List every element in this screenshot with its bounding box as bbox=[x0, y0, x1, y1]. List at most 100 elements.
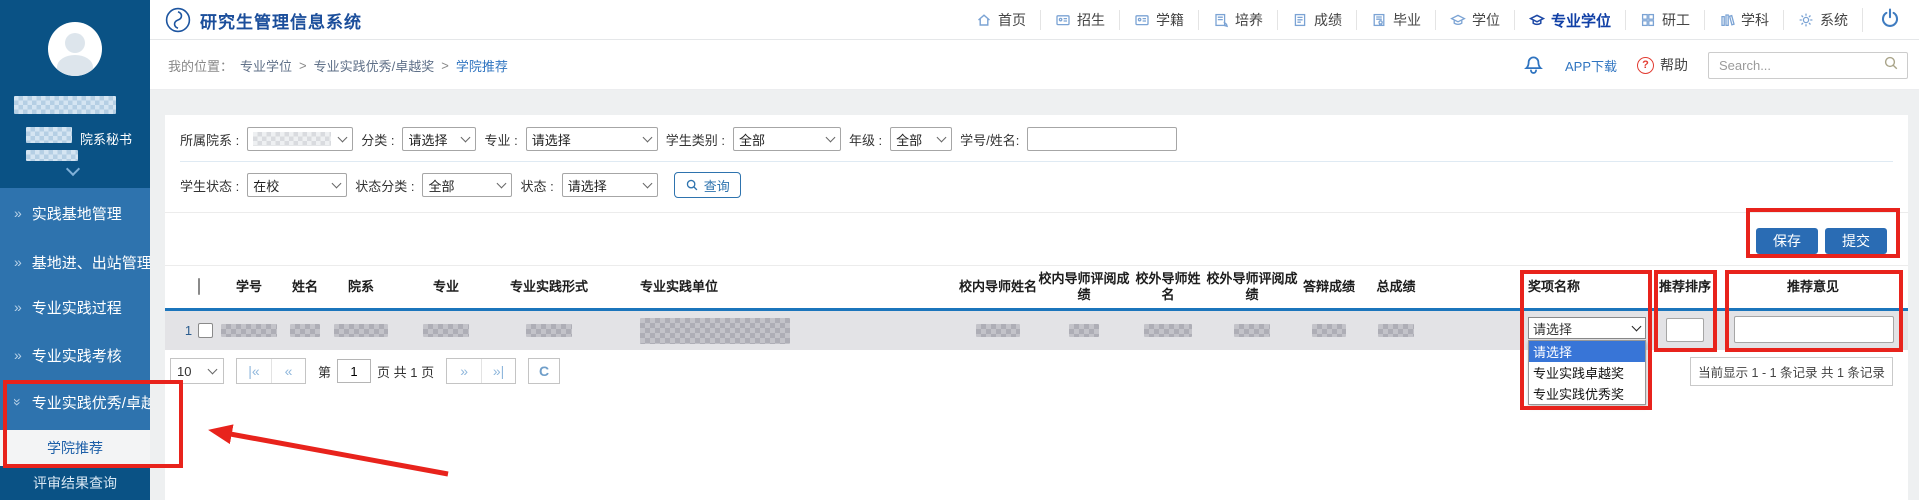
chevron-down-icon: » bbox=[10, 398, 26, 406]
award-option[interactable]: 专业实践卓越奖 bbox=[1529, 362, 1645, 383]
help-link[interactable]: ? 帮助 bbox=[1637, 55, 1688, 75]
table-row: 1 bbox=[165, 311, 1908, 350]
chevron-down-icon bbox=[937, 132, 947, 142]
recommend-rank-input[interactable] bbox=[1666, 318, 1704, 342]
dept-select[interactable] bbox=[247, 127, 353, 151]
query-button[interactable]: 查询 bbox=[674, 172, 741, 198]
user-dept-redacted bbox=[26, 127, 72, 143]
save-button[interactable]: 保存 bbox=[1756, 228, 1818, 254]
col-student-id: 学号 bbox=[218, 279, 280, 295]
first-page-button[interactable]: |« bbox=[237, 359, 271, 383]
col-internal-supervisor: 校内导师姓名 bbox=[958, 279, 1038, 295]
recommend-opinion-input[interactable] bbox=[1734, 316, 1894, 343]
chevron-down-icon bbox=[825, 132, 835, 142]
sidebar-item-practice-base[interactable]: » 实践基地管理 bbox=[0, 196, 150, 230]
defense-score-redacted bbox=[1312, 324, 1346, 337]
user-name-redacted bbox=[14, 96, 116, 114]
chevron-right-icon: » bbox=[14, 205, 22, 221]
major-select[interactable]: 请选择 bbox=[526, 127, 658, 151]
sidebar-item-practice-assessment[interactable]: » 专业实践考核 bbox=[0, 338, 150, 372]
grade-select[interactable]: 全部 bbox=[890, 127, 952, 151]
user-info-redacted bbox=[26, 150, 78, 161]
doc-seal-icon bbox=[1371, 12, 1387, 28]
user-role-label: 院系秘书 bbox=[80, 129, 132, 148]
power-icon bbox=[1879, 7, 1901, 34]
idcard-icon bbox=[1134, 12, 1150, 28]
student-type-select[interactable]: 全部 bbox=[733, 127, 841, 151]
student-state-select[interactable]: 在校 bbox=[247, 173, 347, 197]
external-supervisor-redacted bbox=[1144, 324, 1192, 337]
nav-professional-degree[interactable]: 专业学位 bbox=[1514, 10, 1625, 30]
app-window: 院系秘书 » 实践基地管理 » 基地进、出站管理 » 专业实践过程 » 专业实践… bbox=[0, 0, 1919, 500]
notification-bell-icon[interactable] bbox=[1522, 51, 1545, 79]
chevron-down-icon bbox=[461, 132, 471, 142]
home-icon bbox=[976, 12, 992, 28]
refresh-button[interactable]: C bbox=[529, 359, 559, 383]
sidebar-item-practice-process[interactable]: » 专业实践过程 bbox=[0, 290, 150, 324]
last-page-button[interactable]: »| bbox=[481, 359, 515, 383]
brand: 研究生管理信息系统 bbox=[165, 0, 362, 40]
internal-score-redacted bbox=[1069, 324, 1099, 337]
select-all-checkbox[interactable] bbox=[198, 278, 200, 295]
nav-discipline[interactable]: 学科 bbox=[1704, 10, 1783, 30]
award-name-select[interactable]: 请选择 bbox=[1528, 317, 1646, 339]
nav-degree[interactable]: 学位 bbox=[1435, 10, 1514, 30]
nav-grades[interactable]: 成绩 bbox=[1277, 10, 1356, 30]
nav-student-status[interactable]: 学籍 bbox=[1119, 10, 1198, 30]
nav-cultivation[interactable]: 培养 bbox=[1198, 10, 1277, 30]
major-filter-label: 专业 : bbox=[484, 130, 517, 149]
sidebar: 院系秘书 » 实践基地管理 » 基地进、出站管理 » 专业实践过程 » 专业实践… bbox=[0, 0, 150, 500]
col-department: 院系 bbox=[330, 279, 392, 295]
sidebar-item-base-inout[interactable]: » 基地进、出站管理 bbox=[0, 245, 150, 279]
breadcrumb-item[interactable]: 专业学位 bbox=[240, 56, 292, 75]
category-select[interactable]: 请选择 bbox=[402, 127, 476, 151]
sidebar-subitem-college-recommend[interactable]: 学院推荐 bbox=[0, 430, 150, 466]
student-type-filter-label: 学生类别 : bbox=[666, 130, 725, 149]
sidebar-subitem-review-result[interactable]: 评审结果查询 bbox=[0, 466, 150, 500]
logout-button[interactable] bbox=[1862, 8, 1905, 32]
prev-page-button[interactable]: « bbox=[271, 359, 305, 383]
gear-icon bbox=[1798, 12, 1814, 28]
sidebar-item-practice-award[interactable]: » 专业实践优秀/卓越奖 bbox=[0, 385, 150, 419]
next-page-button[interactable]: » bbox=[447, 359, 481, 383]
global-search bbox=[1708, 52, 1908, 79]
row-checkbox[interactable] bbox=[198, 323, 213, 338]
state-category-select[interactable]: 全部 bbox=[422, 173, 512, 197]
dept-filter-label: 所属院系 : bbox=[180, 130, 239, 149]
practice-unit-redacted bbox=[640, 318, 790, 344]
search-icon[interactable] bbox=[1883, 55, 1899, 76]
student-id-redacted bbox=[221, 324, 277, 337]
nav-admission[interactable]: 招生 bbox=[1040, 10, 1119, 30]
chevron-down-icon bbox=[208, 364, 218, 374]
nav-graduation[interactable]: 毕业 bbox=[1356, 10, 1435, 30]
books-icon bbox=[1719, 12, 1735, 28]
col-internal-score: 校内导师评阅成绩 bbox=[1038, 271, 1130, 304]
col-name: 姓名 bbox=[280, 279, 330, 295]
id-name-input[interactable] bbox=[1027, 127, 1177, 151]
col-recommend-rank: 推荐排序 bbox=[1652, 279, 1718, 295]
chevron-down-icon bbox=[642, 132, 652, 142]
state-select[interactable]: 请选择 bbox=[562, 173, 658, 197]
total-score-redacted bbox=[1378, 324, 1414, 337]
chevron-down-icon bbox=[338, 132, 348, 142]
award-option[interactable]: 专业实践优秀奖 bbox=[1529, 383, 1645, 404]
app-download-link[interactable]: APP下载 bbox=[1565, 56, 1617, 75]
nav-graduate-work[interactable]: 研工 bbox=[1625, 10, 1704, 30]
profile-chevron-down-icon[interactable] bbox=[66, 162, 80, 176]
nav-home[interactable]: 首页 bbox=[962, 10, 1040, 30]
page-number-input[interactable] bbox=[337, 359, 371, 383]
department-redacted bbox=[334, 324, 388, 337]
page-size-select[interactable]: 10 bbox=[170, 358, 224, 384]
chevron-down-icon bbox=[497, 178, 507, 188]
search-input[interactable] bbox=[1717, 57, 1877, 74]
submit-button[interactable]: 提交 bbox=[1825, 228, 1887, 254]
breadcrumb-item[interactable]: 专业实践优秀/卓越奖 bbox=[314, 56, 435, 75]
grid-icon bbox=[1640, 12, 1656, 28]
chevron-down-icon bbox=[642, 178, 652, 188]
nav-system[interactable]: 系统 bbox=[1783, 10, 1862, 30]
state-filter-label: 状态 : bbox=[520, 176, 553, 195]
help-icon: ? bbox=[1637, 57, 1654, 74]
pagination: 10 |« « 第 页 共 1 页 » »| C bbox=[170, 358, 560, 384]
external-score-redacted bbox=[1234, 324, 1270, 337]
award-option[interactable]: 请选择 bbox=[1529, 341, 1645, 362]
